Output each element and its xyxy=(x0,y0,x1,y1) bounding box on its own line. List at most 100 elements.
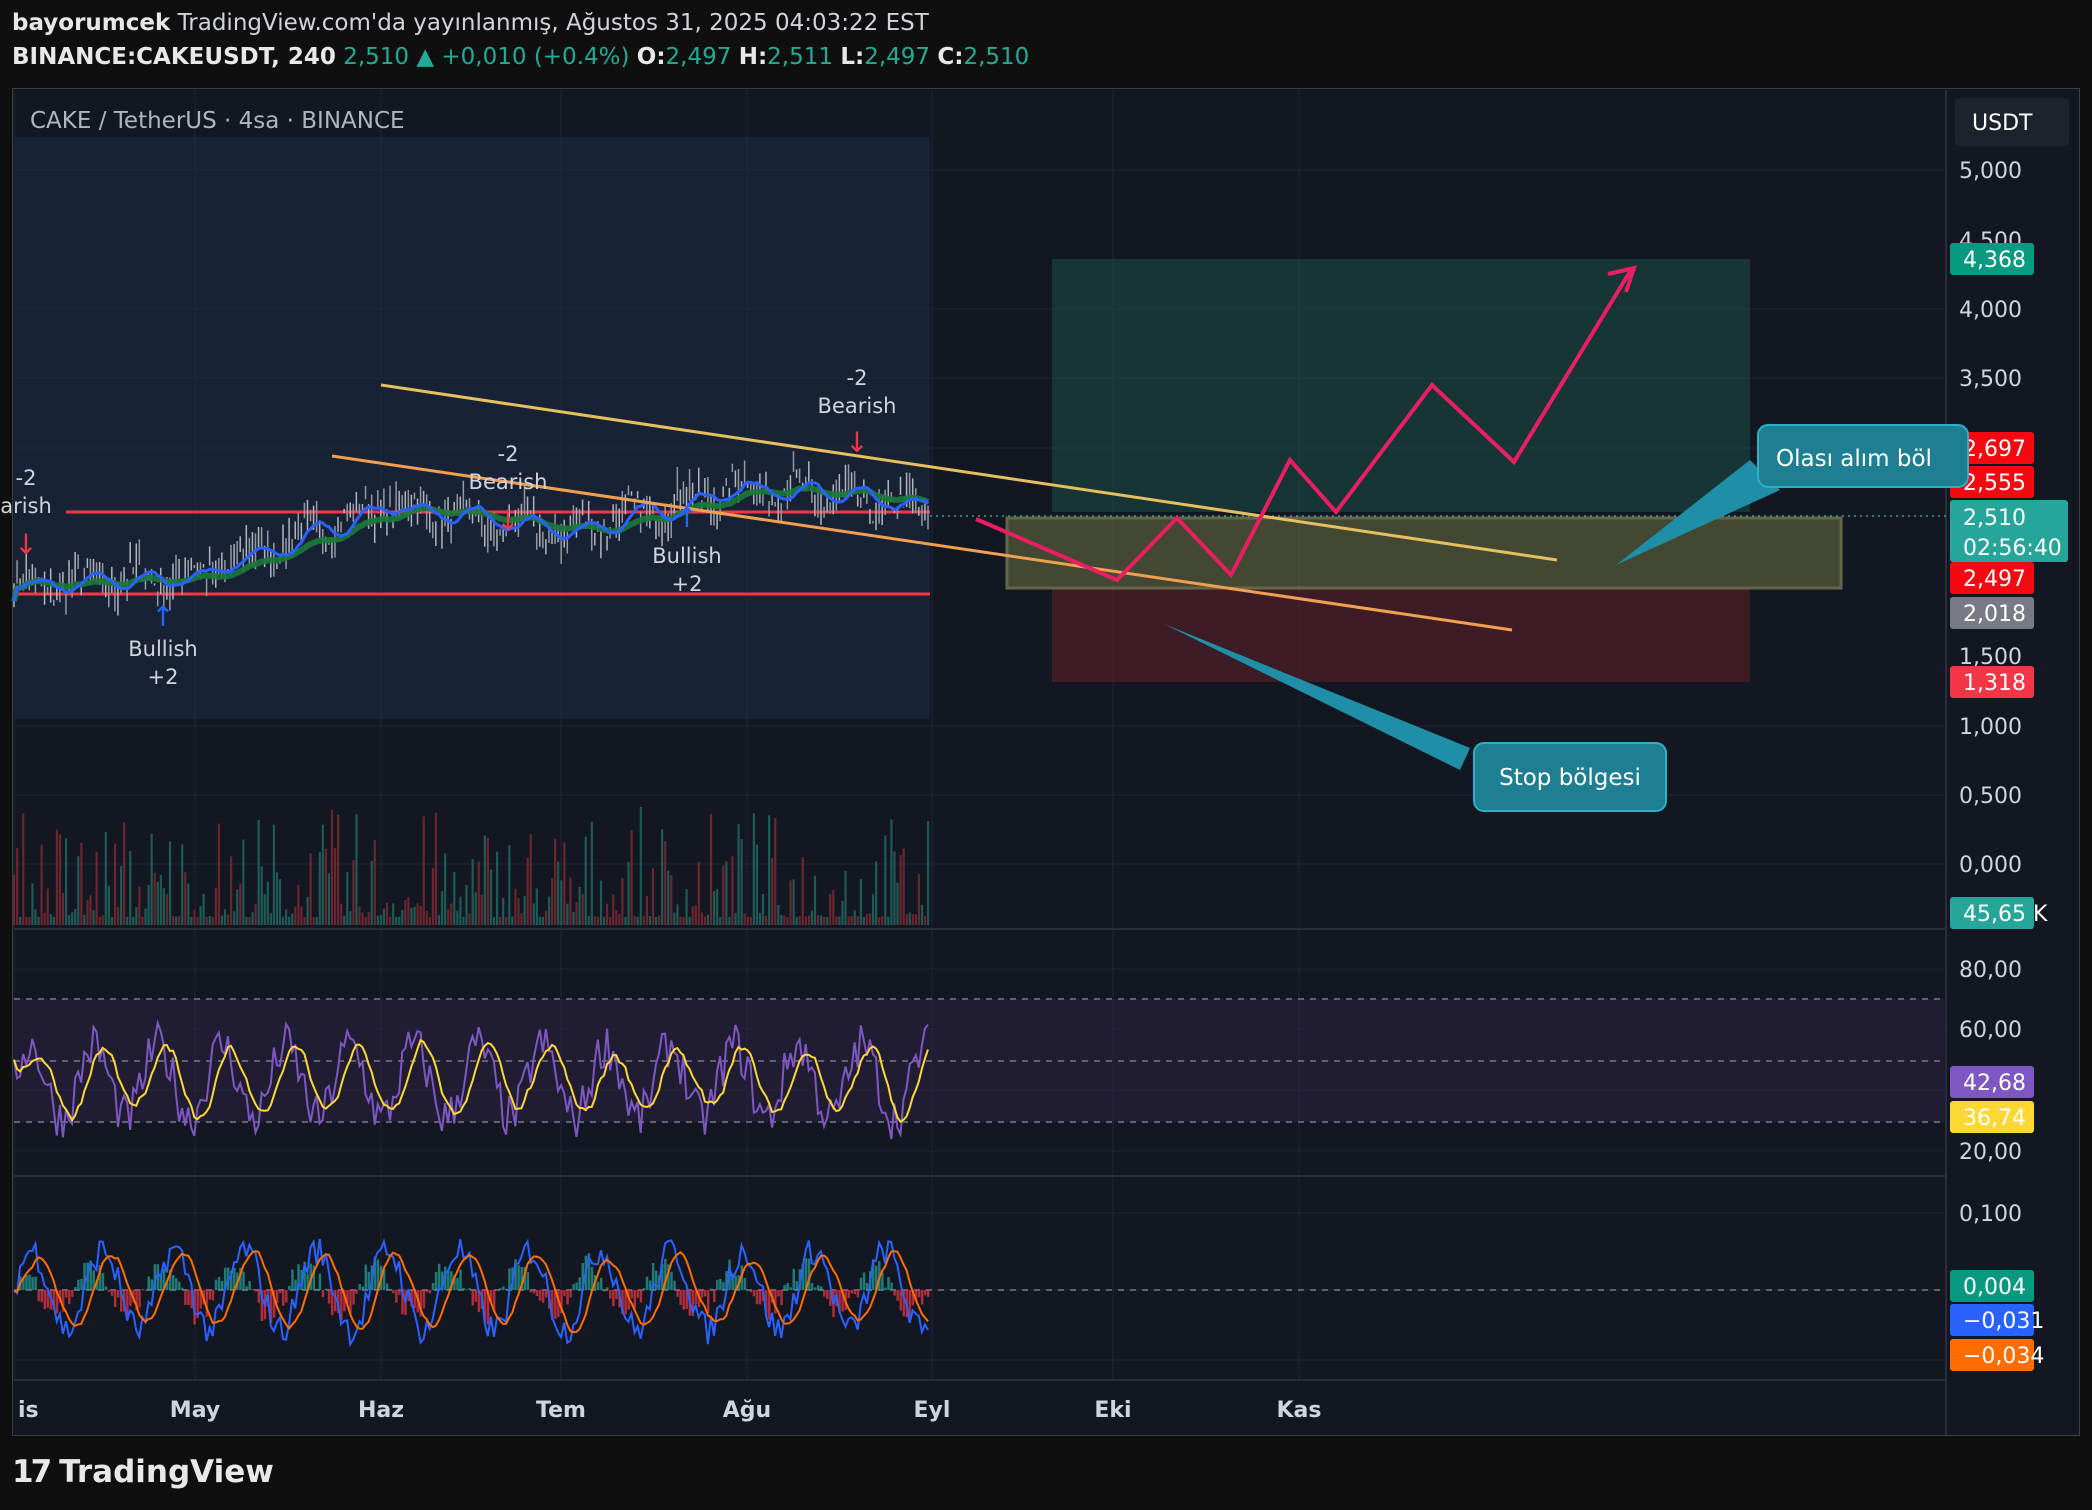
macd-histogram-bar xyxy=(566,1290,569,1305)
macd-histogram-bar xyxy=(447,1269,450,1290)
volume-bar xyxy=(697,861,700,925)
macd-histogram-bar xyxy=(535,1290,539,1297)
volume-bar xyxy=(865,913,869,925)
volume-bar xyxy=(923,915,927,925)
macd-histogram-bar xyxy=(324,1288,328,1290)
volume-bar xyxy=(52,916,55,925)
volume-bar xyxy=(853,910,856,925)
bearish-arrow-icon: ↓ xyxy=(845,426,868,459)
signal-label: -2 xyxy=(16,466,37,490)
volume-bar xyxy=(230,856,233,925)
volume-bar xyxy=(602,916,606,925)
volume-bar xyxy=(248,916,251,925)
macd-histogram-bar xyxy=(278,1290,282,1294)
volume-bar xyxy=(126,916,129,925)
macd-histogram-bar xyxy=(150,1279,154,1290)
volume-bar xyxy=(28,916,31,925)
volume-bar xyxy=(654,916,658,925)
macd-histogram-bar xyxy=(327,1290,331,1304)
volume-bar xyxy=(153,872,156,925)
volume-bar xyxy=(709,813,713,925)
tradingview-logo[interactable]: 17 TradingView xyxy=(12,1454,274,1490)
signal-value-tag: −0,034 xyxy=(1963,1344,2044,1369)
macd-histogram-bar xyxy=(639,1290,643,1303)
macd-histogram-bar xyxy=(25,1275,28,1290)
volume-bar xyxy=(664,841,667,925)
macd-histogram-bar xyxy=(780,1290,783,1306)
volume-bar xyxy=(388,916,392,925)
volume-bar xyxy=(587,915,590,925)
macd-histogram-bar xyxy=(110,1290,114,1296)
macd-histogram-bar xyxy=(746,1290,750,1291)
volume-bar xyxy=(584,836,587,925)
volume-bar xyxy=(135,907,138,925)
volume-bar xyxy=(780,914,783,925)
volume-bar xyxy=(728,916,731,925)
volume-bar xyxy=(547,896,551,925)
volume-bar xyxy=(193,909,196,925)
volume-bar xyxy=(468,913,471,925)
volume-bar xyxy=(700,912,703,925)
price-tick-label: 3,500 xyxy=(1959,367,2022,392)
macd-histogram-bar xyxy=(138,1290,141,1308)
volume-bar xyxy=(416,903,419,925)
volume-bar xyxy=(337,814,340,925)
volume-bar xyxy=(590,821,593,925)
macd-histogram-bar xyxy=(422,1290,426,1309)
macd-histogram-bar xyxy=(642,1288,646,1290)
macd-histogram-bar xyxy=(893,1290,896,1296)
volume-bar xyxy=(358,906,361,925)
support-price-tag: 2,018 xyxy=(1963,602,2026,627)
macd-histogram-bar xyxy=(220,1280,224,1290)
volume-bar xyxy=(434,812,438,925)
signal-label: Bullish xyxy=(652,544,721,568)
signal-label: Bullish xyxy=(128,637,197,661)
volume-bar xyxy=(291,913,294,925)
bullish-arrow-icon: ↑ xyxy=(675,501,698,534)
volume-bar xyxy=(95,851,98,925)
tv-mark-icon: 17 xyxy=(12,1454,52,1490)
chart-canvas[interactable]: CAKE / TetherUS · 4sa · BINANCE is May Haz T… xyxy=(0,0,2092,1510)
macd-histogram-bar xyxy=(462,1287,465,1290)
macd-histogram-bar xyxy=(847,1290,851,1299)
volume-bar xyxy=(40,844,43,925)
macd-histogram-bar xyxy=(288,1285,291,1290)
volume-bar xyxy=(572,912,575,925)
volume-bar xyxy=(783,915,786,925)
macd-value-tag: −0,031 xyxy=(1963,1309,2044,1334)
macd-histogram-bar xyxy=(178,1281,181,1290)
macd-histogram-bar xyxy=(703,1290,707,1297)
volume-bar xyxy=(538,916,541,925)
volume-bar xyxy=(156,881,159,925)
volume-bar xyxy=(49,914,52,925)
volume-bar xyxy=(300,906,303,925)
macd-histogram-bar xyxy=(917,1290,921,1298)
macd-histogram-bar xyxy=(679,1290,682,1305)
macd-histogram-bar xyxy=(887,1277,890,1290)
macd-histogram-bar xyxy=(630,1290,633,1299)
volume-bar xyxy=(303,916,306,925)
macd-histogram-bar xyxy=(141,1289,144,1290)
volume-bar xyxy=(486,838,490,925)
macd-histogram-bar xyxy=(823,1290,826,1297)
macd-histogram-bar xyxy=(291,1269,294,1290)
volume-bar xyxy=(190,917,193,925)
macd-histogram-bar xyxy=(541,1290,545,1303)
macd-histogram-bar xyxy=(575,1282,578,1290)
macd-histogram-bar xyxy=(927,1290,930,1297)
volume-bar xyxy=(823,916,826,925)
volume-bar xyxy=(226,914,230,925)
volume-bar xyxy=(352,860,355,925)
volume-bar xyxy=(187,883,190,925)
volume-bar xyxy=(761,893,765,925)
volume-bar xyxy=(129,851,132,925)
volume-bar xyxy=(642,916,645,925)
rsi-ma-value-tag: 36,74 xyxy=(1963,1106,2026,1131)
volume-bar xyxy=(370,860,373,925)
time-tick-label: is xyxy=(18,1398,39,1423)
volume-bar xyxy=(233,911,236,925)
volume-bar xyxy=(569,877,572,925)
volume-bar xyxy=(123,822,126,925)
macd-histogram-bar xyxy=(820,1286,823,1290)
ma-price-tag: 2,555 xyxy=(1963,471,2026,496)
